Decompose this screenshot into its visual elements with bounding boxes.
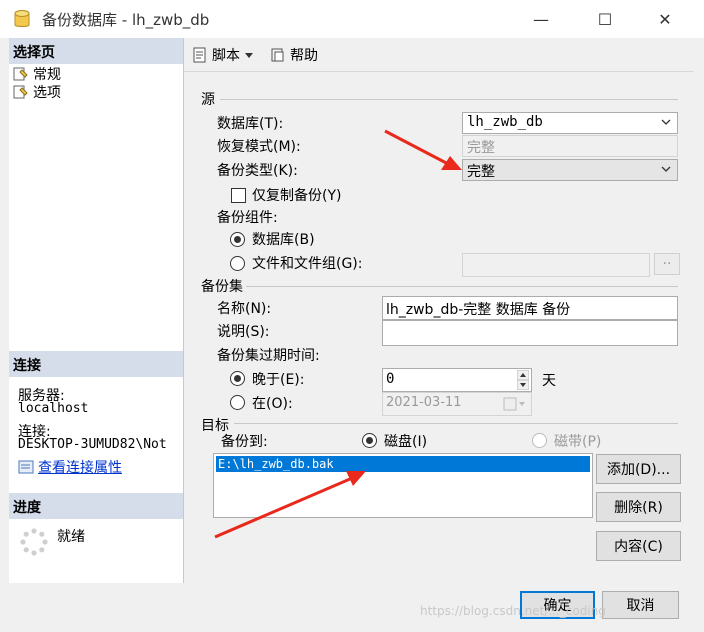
help-label: 帮助	[290, 48, 318, 64]
tape-radio	[532, 433, 547, 448]
backup-name-value: lh_zwb_db-完整 数据库 备份	[386, 302, 571, 318]
database-value: lh_zwb_db	[467, 114, 543, 130]
minimize-button[interactable]: —	[518, 0, 564, 38]
view-props-label: 查看连接属性	[38, 460, 122, 476]
expire-on-label: 在(O):	[252, 396, 293, 412]
expire-label: 备份集过期时间:	[217, 348, 320, 364]
destination-list-item[interactable]: E:\lh_zwb_db.bak	[216, 456, 590, 472]
window-title: 备份数据库 - lh_zwb_db	[42, 11, 210, 29]
expire-after-radio[interactable]	[230, 371, 245, 386]
database-combo[interactable]: lh_zwb_db	[462, 112, 678, 134]
days-label: 天	[542, 373, 556, 389]
description-input[interactable]	[382, 320, 678, 346]
backup-set-group-label: 备份集	[201, 279, 243, 295]
watermark: https://blog.csdn.net/..._coding	[420, 604, 606, 618]
tape-label: 磁带(P)	[554, 434, 602, 450]
add-destination-button[interactable]: 添加(D)...	[596, 454, 681, 484]
connection-value: DESKTOP-3UMUD82\Not	[18, 437, 167, 452]
disk-radio[interactable]	[362, 433, 377, 448]
maximize-button[interactable]: ☐	[582, 0, 628, 38]
nav-item-label: 选项	[33, 85, 61, 101]
progress-status: 就绪	[57, 529, 85, 545]
cancel-button[interactable]: 取消	[602, 591, 679, 619]
expire-days-spinner[interactable]: 0	[382, 368, 532, 392]
expire-date-picker: 2021-03-11	[382, 392, 532, 416]
contents-button[interactable]: 内容(C)	[596, 531, 681, 561]
expire-after-label: 晚于(E):	[252, 372, 305, 388]
backup-type-value: 完整	[467, 164, 495, 180]
close-button[interactable]: ✕	[642, 0, 688, 38]
script-button[interactable]: 脚本	[192, 45, 254, 65]
connection-header: 连接	[9, 351, 183, 377]
component-files-radio[interactable]	[230, 256, 245, 271]
view-connection-properties-link[interactable]: 查看连接属性	[18, 457, 122, 477]
copy-only-checkbox[interactable]	[231, 188, 246, 203]
filegroup-field	[462, 253, 650, 277]
nav-item-options[interactable]: 选项	[13, 82, 61, 102]
page-icon	[13, 85, 28, 99]
page-icon	[13, 67, 28, 81]
expire-days-value: 0	[386, 371, 395, 387]
backup-type-combo[interactable]: 完整	[462, 159, 678, 181]
disk-label: 磁盘(I)	[384, 434, 428, 450]
help-button[interactable]: 帮助	[270, 45, 318, 65]
description-label: 说明(S):	[217, 324, 270, 340]
component-database-label: 数据库(B)	[252, 232, 315, 248]
spinner-icon	[20, 528, 48, 556]
component-files-label: 文件和文件组(G):	[252, 256, 363, 272]
recovery-label: 恢复模式(M):	[217, 139, 301, 155]
filegroup-browse-button[interactable]: ··	[654, 253, 680, 275]
dropdown-arrow-icon	[245, 53, 253, 58]
script-label: 脚本	[212, 48, 240, 64]
expire-on-radio[interactable]	[230, 395, 245, 410]
server-value: localhost	[18, 401, 89, 416]
spinner-arrows-icon[interactable]	[517, 370, 529, 390]
database-label: 数据库(T):	[217, 116, 284, 132]
source-group-label: 源	[201, 92, 215, 108]
name-label: 名称(N):	[217, 301, 272, 317]
recovery-model-field: 完整	[462, 135, 678, 157]
remove-destination-button[interactable]: 删除(R)	[596, 492, 681, 522]
script-icon	[193, 47, 206, 63]
expire-date-value: 2021-03-11	[386, 395, 462, 410]
backup-name-input[interactable]: lh_zwb_db-完整 数据库 备份	[382, 296, 678, 320]
calendar-icon	[503, 397, 525, 411]
toolbar: 脚本 帮助	[184, 38, 694, 72]
properties-icon	[18, 460, 34, 474]
backup-component-label: 备份组件:	[217, 210, 278, 226]
chevron-down-icon	[661, 119, 671, 125]
title-bar: 备份数据库 - lh_zwb_db — ☐ ✕	[0, 0, 704, 38]
backup-to-label: 备份到:	[221, 434, 268, 450]
select-page-header: 选择页	[9, 38, 183, 64]
component-database-radio[interactable]	[230, 232, 245, 247]
backup-type-label: 备份类型(K):	[217, 163, 298, 179]
recovery-value: 完整	[467, 140, 495, 156]
left-panel: 选择页 常规 选项 连接 服务器: localhost 连接: DESKTOP-…	[9, 38, 184, 583]
copy-only-label: 仅复制备份(Y)	[252, 188, 342, 204]
database-icon	[14, 10, 30, 27]
backup-set-separator	[246, 286, 678, 287]
destination-separator	[234, 423, 678, 424]
chevron-down-icon	[661, 166, 671, 172]
destination-list[interactable]: E:\lh_zwb_db.bak	[213, 453, 593, 518]
nav-item-label: 常规	[33, 67, 61, 83]
source-separator	[220, 99, 678, 100]
help-icon	[271, 48, 284, 62]
progress-header: 进度	[9, 493, 183, 519]
nav-item-general[interactable]: 常规	[13, 64, 61, 84]
general-page: 源 数据库(T): lh_zwb_db 恢复模式(M): 完整 备份类型(K):…	[184, 73, 694, 583]
